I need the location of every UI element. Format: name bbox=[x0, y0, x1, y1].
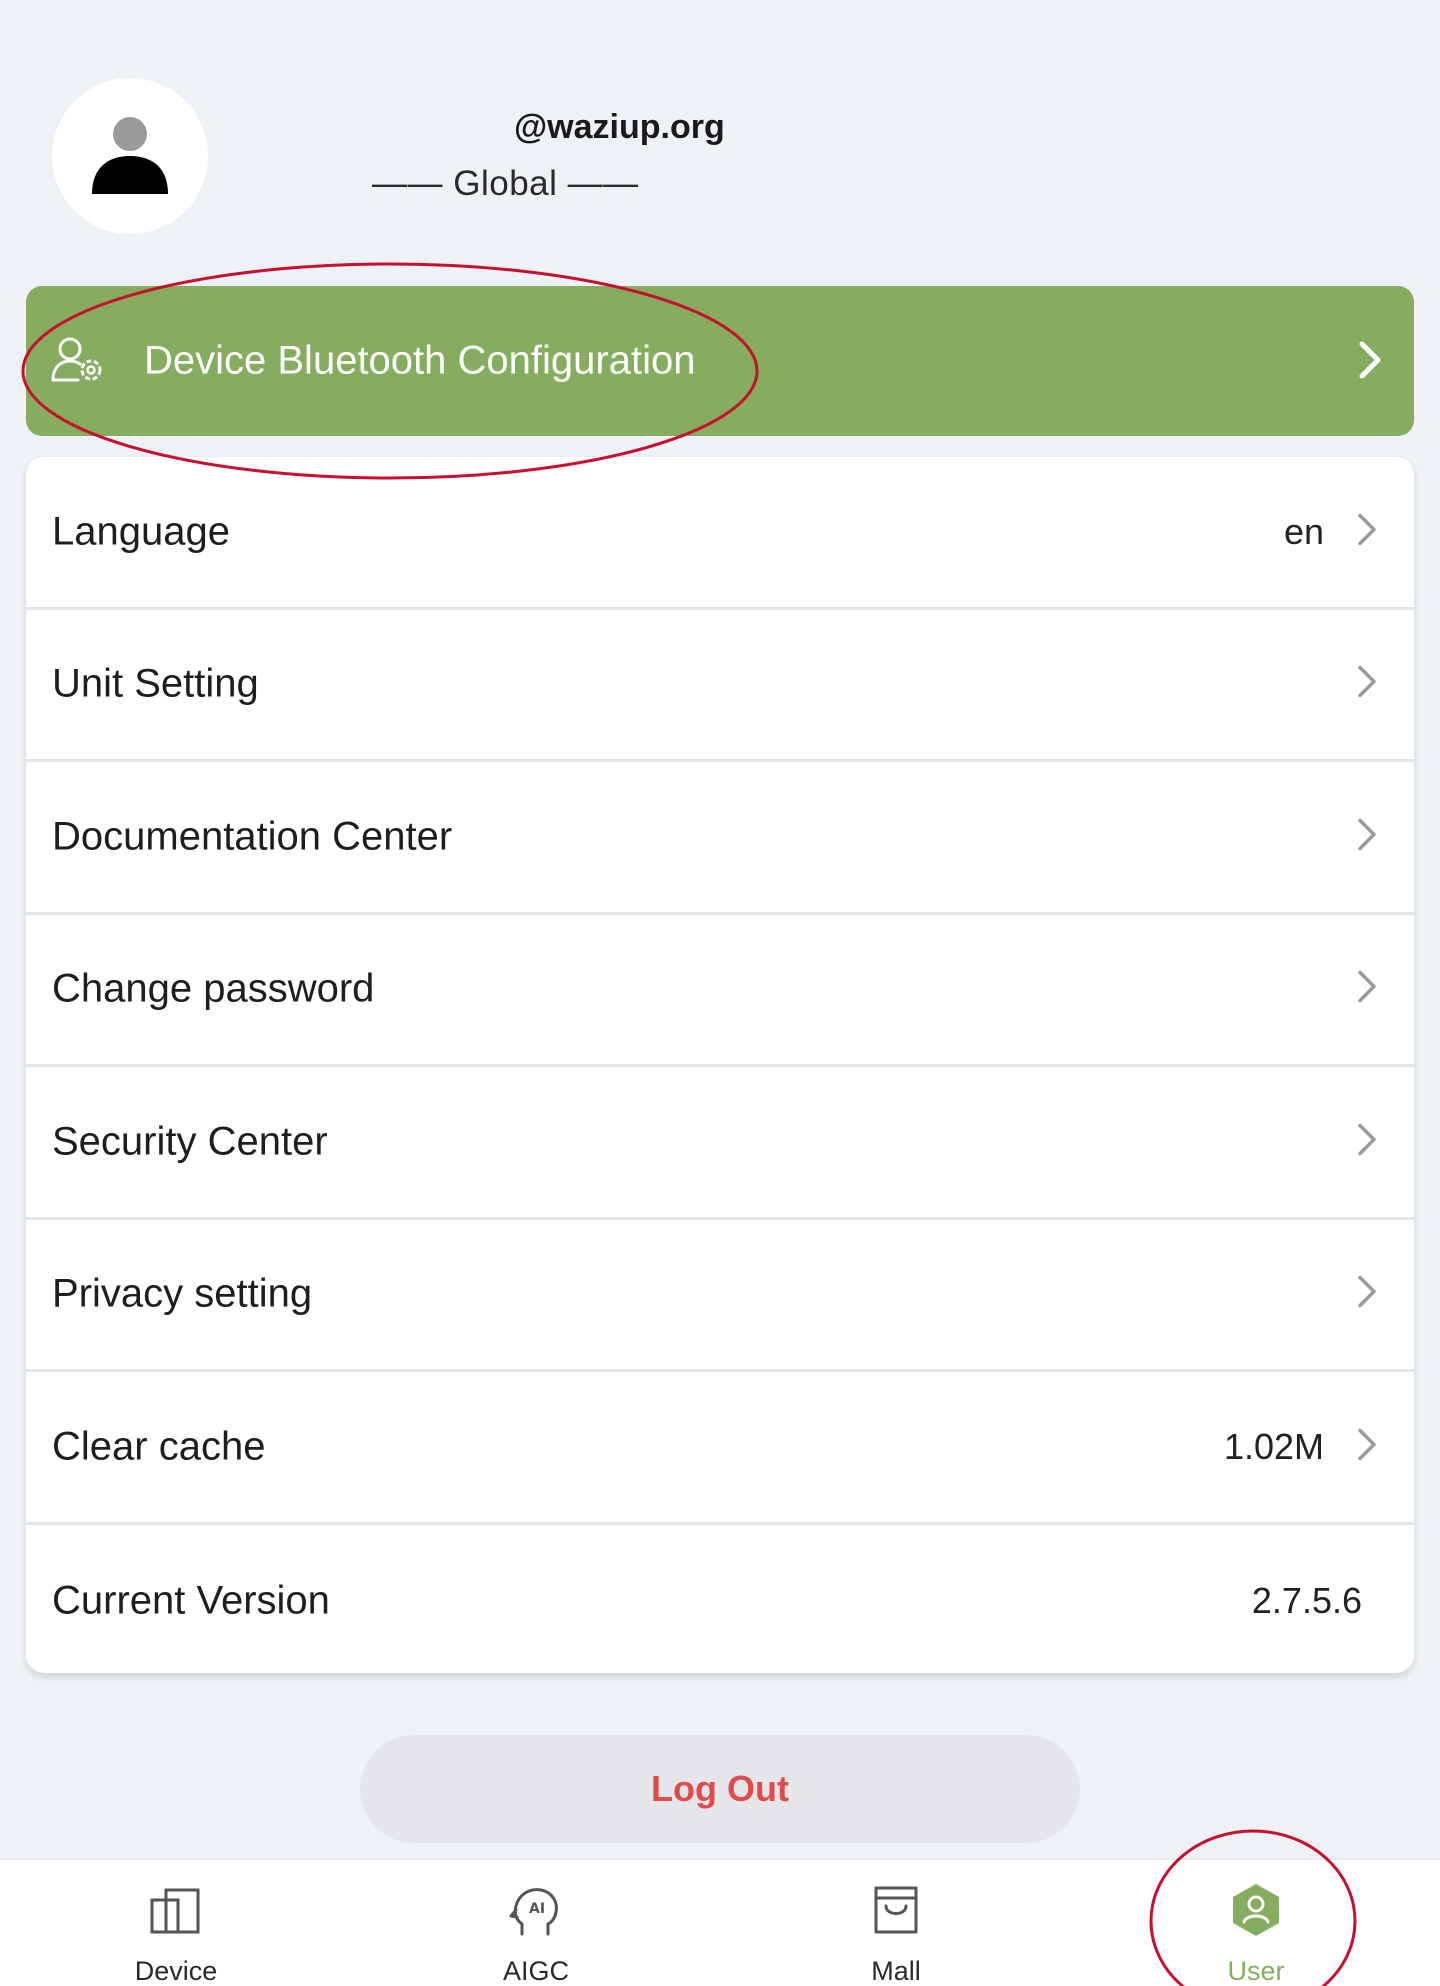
settings-row-current-version: Current Version 2.7.5.6 bbox=[26, 1525, 1414, 1674]
row-value: 1.02M bbox=[1223, 1425, 1324, 1467]
bluetooth-banner-label: Device Bluetooth Configuration bbox=[144, 338, 696, 383]
bottom-nav: Device AI AIGC Mall User bbox=[0, 1858, 1440, 1986]
chevron-right-icon bbox=[1356, 511, 1378, 552]
settings-row-documentation-center[interactable]: Documentation Center bbox=[26, 762, 1414, 915]
nav-label: Device bbox=[134, 1956, 218, 1986]
device-icon bbox=[148, 1882, 204, 1943]
row-label: Unit Setting bbox=[52, 661, 259, 706]
row-label: Documentation Center bbox=[52, 814, 453, 859]
settings-row-change-password[interactable]: Change password bbox=[26, 915, 1414, 1067]
chevron-right-icon bbox=[1356, 1426, 1378, 1467]
row-label: Security Center bbox=[52, 1119, 328, 1164]
user-page: @waziup.org —— Global —— Device Bluetoot… bbox=[0, 0, 1440, 1986]
nav-item-device[interactable]: Device bbox=[76, 1860, 276, 1986]
settings-row-privacy-setting[interactable]: Privacy setting bbox=[26, 1220, 1414, 1372]
row-label: Current Version bbox=[52, 1578, 330, 1623]
settings-row-clear-cache[interactable]: Clear cache 1.02M bbox=[26, 1372, 1414, 1525]
row-label: Language bbox=[52, 509, 230, 554]
nav-label: Mall bbox=[871, 1956, 921, 1986]
nav-item-mall[interactable]: Mall bbox=[796, 1860, 996, 1986]
row-label: Change password bbox=[52, 966, 375, 1011]
row-value: en bbox=[1283, 510, 1324, 552]
nav-item-user[interactable]: User bbox=[1156, 1860, 1356, 1986]
chevron-right-icon bbox=[1356, 816, 1378, 857]
settings-row-unit-setting[interactable]: Unit Setting bbox=[26, 610, 1414, 762]
nav-label: User bbox=[1227, 1956, 1285, 1986]
version-value: 2.7.5.6 bbox=[1251, 1579, 1362, 1621]
settings-row-security-center[interactable]: Security Center bbox=[26, 1067, 1414, 1220]
shopping-bag-icon bbox=[868, 1882, 924, 1943]
nav-label: AIGC bbox=[502, 1956, 569, 1986]
ai-head-icon: AI bbox=[508, 1882, 564, 1943]
settings-list: Language en Unit Setting Documentation C… bbox=[26, 457, 1414, 1673]
chevron-right-icon bbox=[1356, 969, 1378, 1010]
user-icon bbox=[1228, 1882, 1284, 1943]
nav-item-aigc[interactable]: AI AIGC bbox=[436, 1860, 636, 1986]
avatar[interactable] bbox=[52, 78, 208, 234]
logout-button[interactable]: Log Out bbox=[360, 1735, 1080, 1843]
row-label: Clear cache bbox=[52, 1424, 266, 1469]
chevron-right-icon bbox=[1356, 1121, 1378, 1162]
settings-row-language[interactable]: Language en bbox=[26, 457, 1414, 610]
person-icon bbox=[92, 117, 168, 194]
user-gear-icon bbox=[50, 336, 106, 389]
row-label: Privacy setting bbox=[52, 1271, 313, 1316]
chevron-right-icon bbox=[1356, 1274, 1378, 1315]
chevron-right-icon bbox=[1356, 338, 1384, 387]
username: @waziup.org bbox=[514, 108, 725, 146]
region-label: —— Global —— bbox=[372, 164, 639, 203]
chevron-right-icon bbox=[1356, 664, 1378, 705]
device-bluetooth-configuration-button[interactable]: Device Bluetooth Configuration bbox=[26, 286, 1414, 436]
svg-text:AI: AI bbox=[529, 1901, 545, 1917]
